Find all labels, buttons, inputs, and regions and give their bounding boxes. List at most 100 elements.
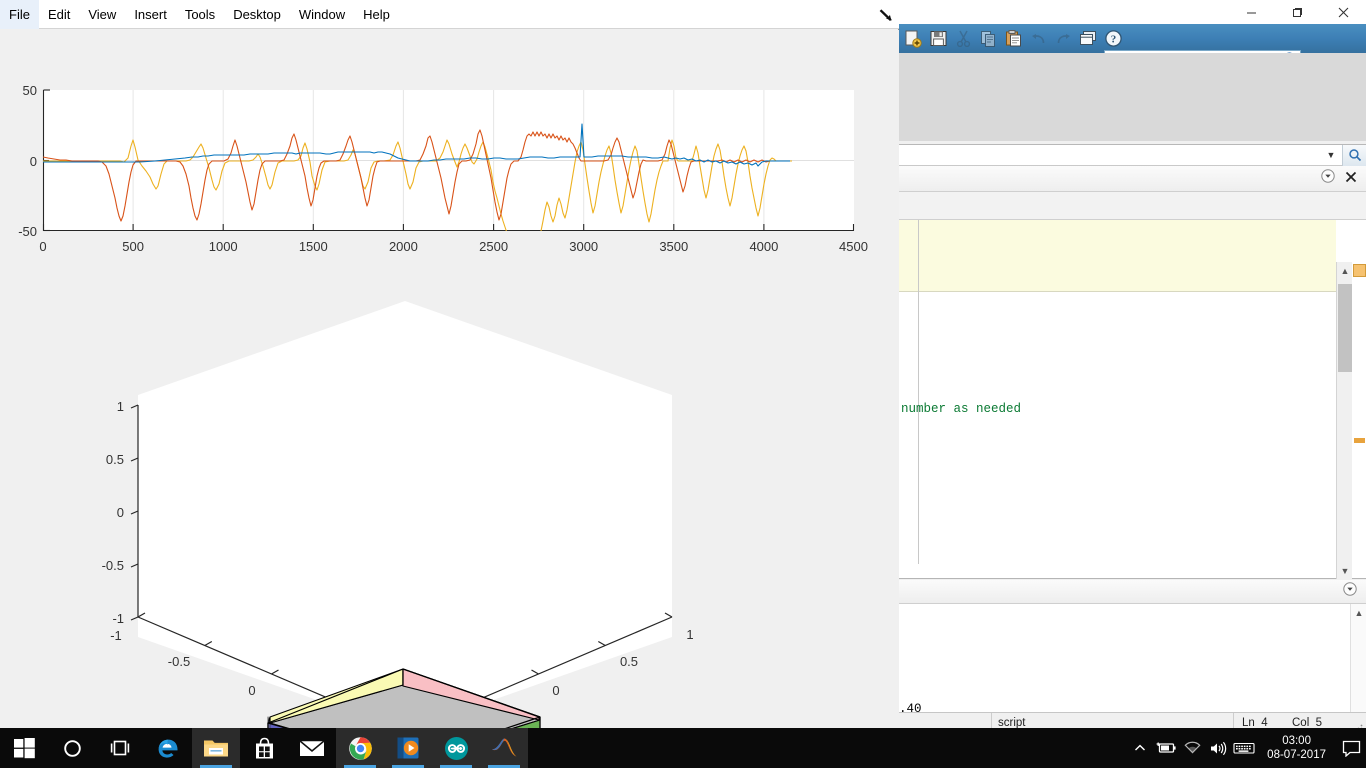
scroll-down-icon[interactable]: ▼: [1337, 562, 1353, 579]
x-tick-1500: 1500: [299, 239, 328, 254]
command-window[interactable]: .40 ▲ ▼: [899, 604, 1366, 728]
ide-toolbar: ? Sayan ▾: [899, 24, 1366, 72]
matlab[interactable]: [480, 728, 528, 768]
menu-view[interactable]: View: [79, 0, 125, 29]
menu-file[interactable]: File: [0, 0, 39, 29]
menu-window[interactable]: Window: [290, 0, 354, 29]
scroll-up-icon[interactable]: ▲: [1337, 262, 1353, 279]
chevron-down-icon[interactable]: ▼: [1320, 150, 1342, 160]
3d-box-plot[interactable]: 1 0.5 0 -0.5 -1 -1 -0.5 0 0.5 1 -1 -: [0, 265, 899, 728]
code-line: number as needed: [901, 402, 1022, 416]
y-tick-neg50: -50: [18, 224, 37, 239]
status-col-label: Col: [1292, 716, 1310, 729]
edge-browser[interactable]: [144, 728, 192, 768]
dock-arrow-icon[interactable]: [877, 6, 895, 24]
ide-body: ▼ number as needed e Arduino is connecte…: [899, 53, 1366, 728]
action-center-button[interactable]: [1336, 728, 1366, 768]
paste-icon[interactable]: [1001, 26, 1026, 51]
volume-icon[interactable]: [1205, 728, 1231, 768]
file-explorer[interactable]: [192, 728, 240, 768]
editor-gutter-divider: [918, 220, 919, 564]
chrome-icon: [348, 736, 372, 760]
cut-icon[interactable]: [951, 26, 976, 51]
cortana-search[interactable]: [48, 728, 96, 768]
maximize-button[interactable]: [1274, 0, 1320, 24]
ide-title-bar: [899, 0, 1366, 24]
z-tick-neg0_5: -0.5: [102, 558, 124, 573]
copy-icon[interactable]: [976, 26, 1001, 51]
command-window-scrollbar[interactable]: ▲ ▼: [1350, 604, 1366, 728]
axes-walls: [138, 301, 672, 728]
panel-close-icon[interactable]: [1345, 170, 1357, 188]
menu-edit[interactable]: Edit: [39, 0, 79, 29]
minimize-button[interactable]: [1228, 0, 1274, 24]
notification-icon: [1342, 740, 1360, 757]
z-tick-1: 1: [117, 399, 124, 414]
editor-panel-header: [899, 166, 1366, 192]
google-chrome[interactable]: [336, 728, 384, 768]
matlab-figure-window: File Edit View Insert Tools Desktop Wind…: [0, 0, 899, 728]
editor-tab-strip[interactable]: [899, 192, 1366, 220]
store-bag-icon: [255, 737, 273, 758]
start-button[interactable]: [0, 728, 48, 768]
windows-logo-icon: [13, 737, 35, 758]
arduino-infinity-icon: [444, 736, 468, 760]
panel-minimize-icon[interactable]: [1343, 582, 1357, 601]
new-script-icon[interactable]: [901, 26, 926, 51]
status-line: Ln 4: [1236, 713, 1268, 729]
edge-icon: [158, 739, 177, 758]
code-analyzer-flag-icon[interactable]: [1353, 264, 1366, 277]
microsoft-store[interactable]: [240, 728, 288, 768]
screen: ? Sayan ▾ ▼: [0, 0, 1366, 768]
svg-text:?: ?: [1111, 34, 1117, 46]
time-series-chart[interactable]: 50 0 -50 0 500 1000 1500 2000 2500 3000 …: [0, 58, 899, 258]
y-tick-0_5: 0.5: [620, 654, 638, 669]
layout-icon[interactable]: [1076, 26, 1101, 51]
command-window-header: [899, 580, 1366, 604]
status-file-type: script: [991, 713, 1234, 728]
redo-icon[interactable]: [1051, 26, 1076, 51]
figure-menu-bar: File Edit View Insert Tools Desktop Wind…: [0, 0, 899, 29]
arduino-ide[interactable]: [432, 728, 480, 768]
task-view-icon: [110, 740, 130, 756]
clock[interactable]: 03:00 08-07-2017: [1257, 728, 1336, 768]
menu-insert[interactable]: Insert: [125, 0, 176, 29]
status-bar: script Ln 4 Col 5: [899, 712, 1366, 728]
window-controls: [1228, 0, 1366, 24]
search-icon[interactable]: [1342, 144, 1366, 166]
task-view[interactable]: [96, 728, 144, 768]
save-icon[interactable]: [926, 26, 951, 51]
wifi-icon[interactable]: [1179, 728, 1205, 768]
close-button[interactable]: [1320, 0, 1366, 24]
x-tick-neg0_5: -0.5: [168, 654, 190, 669]
ide-path-search-row[interactable]: ▼: [899, 144, 1366, 166]
matlab-membrane-icon: [491, 738, 516, 757]
windows-taskbar: 03:00 08-07-2017: [0, 728, 1366, 768]
system-tray: 03:00 08-07-2017: [1127, 728, 1366, 768]
menu-tools[interactable]: Tools: [176, 0, 224, 29]
battery-charging-icon[interactable]: [1153, 728, 1179, 768]
menu-desktop[interactable]: Desktop: [224, 0, 290, 29]
code-editor[interactable]: number as needed e Arduino is connected.…: [899, 220, 1366, 596]
z-tick-neg1: -1: [112, 611, 124, 626]
resize-grip-icon[interactable]: [1353, 720, 1363, 728]
movies-tv[interactable]: [384, 728, 432, 768]
panel-minimize-icon[interactable]: [1321, 169, 1335, 188]
menu-help[interactable]: Help: [354, 0, 399, 29]
mail-envelope-icon: [299, 739, 325, 756]
undo-icon[interactable]: [1026, 26, 1051, 51]
mail-app[interactable]: [288, 728, 336, 768]
y-tick-50: 50: [23, 83, 37, 98]
x-tick-500: 500: [122, 239, 144, 254]
editor-highlighted-block: [899, 220, 1336, 292]
scroll-up-icon[interactable]: ▲: [1351, 604, 1366, 621]
editor-scrollbar[interactable]: ▲ ▼: [1336, 262, 1352, 579]
keyboard-icon[interactable]: [1231, 728, 1257, 768]
code-analyzer-marker[interactable]: [1354, 438, 1365, 443]
status-line-label: Ln: [1242, 716, 1255, 729]
tray-chevron-icon[interactable]: [1127, 728, 1153, 768]
y-tick-1: 1: [686, 627, 693, 642]
scrollbar-thumb[interactable]: [1338, 284, 1352, 372]
x-tick-0: 0: [248, 683, 255, 698]
help-icon[interactable]: ?: [1101, 26, 1126, 51]
